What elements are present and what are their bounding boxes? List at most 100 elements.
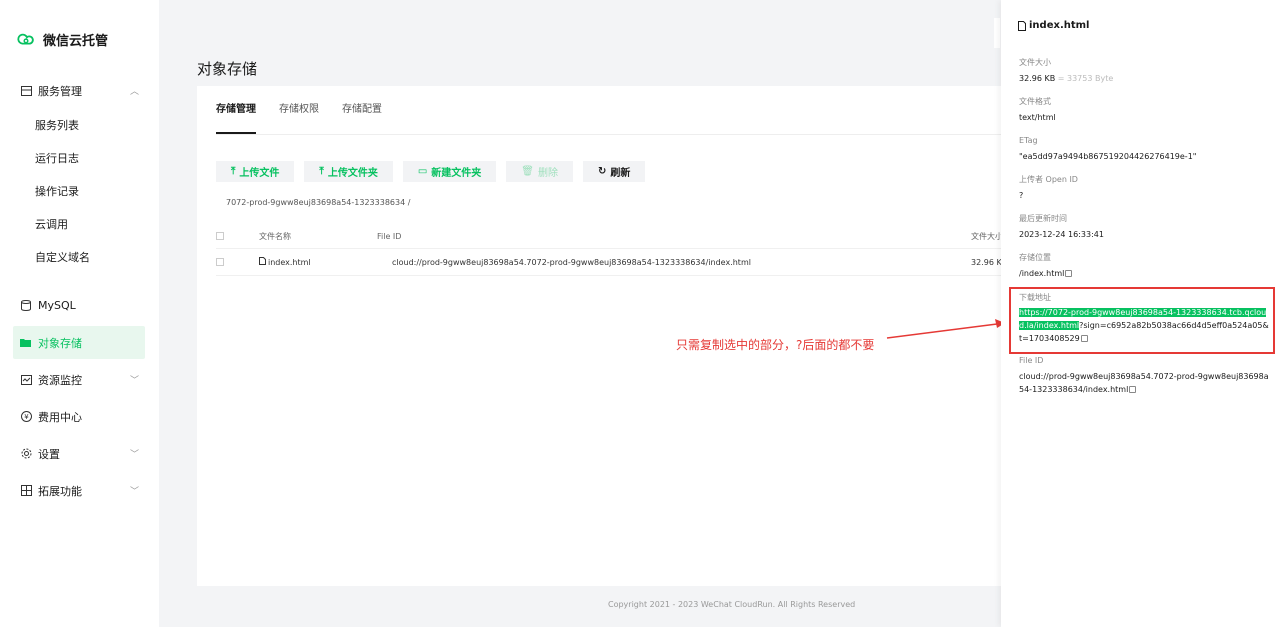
panel-title-label: index.html: [1029, 20, 1090, 31]
field-etag-value: "ea5dd97a9494b867519204426276419e-1": [1019, 152, 1197, 161]
chevron-down-icon: ﹀: [129, 487, 139, 497]
refresh-label: 刷新: [610, 168, 631, 179]
annotation-highlight-box: [1009, 287, 1275, 354]
nav-op-records[interactable]: 操作记录: [0, 175, 159, 208]
field-etag-label: ETag: [1019, 136, 1038, 145]
row-checkbox[interactable]: [216, 249, 224, 275]
field-updated: 最后更新时间 2023-12-24 16:33:41: [1019, 213, 1269, 241]
server-icon: [20, 85, 32, 97]
chevron-up-icon: ︿: [129, 87, 139, 97]
table-row[interactable]: index.html cloud://prod-9gww8euj83698a54…: [216, 248, 1017, 276]
nav-mysql-group: MySQL: [0, 287, 159, 324]
nav-cloud-call[interactable]: 云调用: [0, 208, 159, 241]
nav-custom-domain[interactable]: 自定义域名: [0, 241, 159, 274]
field-size-label: 文件大小: [1019, 58, 1051, 67]
copy-icon[interactable]: [1065, 270, 1073, 277]
app-name: 微信云托管: [43, 34, 109, 49]
location-value: /index.html: [1019, 269, 1065, 278]
database-icon: [20, 300, 32, 312]
field-fileid: File ID cloud://prod-9gww8euj83698a54.70…: [1019, 355, 1269, 396]
page-title: 对象存储: [197, 60, 258, 78]
field-size: 文件大小 32.96 KB = 33753 Byte: [1019, 57, 1269, 85]
tab-storage-mgmt[interactable]: 存储管理: [216, 86, 256, 134]
nav-mysql[interactable]: MySQL: [0, 287, 159, 324]
file-icon: [1018, 20, 1026, 31]
sidebar: 微信云托管 服务管理 ︿ 服务列表 运行日志 操作记录 云调用 自定义域名 My…: [0, 0, 159, 627]
folder-icon: [20, 337, 32, 349]
extension-icon: [20, 485, 32, 497]
nav-settings-label: 设置: [38, 447, 60, 461]
field-size-value: 32.96 KB = 33753 Byte: [1019, 72, 1269, 85]
annotation-arrow: [886, 319, 1005, 339]
upload-file-button[interactable]: ⤒ 上传文件: [216, 161, 295, 182]
nav-billing[interactable]: ¥ 费用中心: [0, 398, 159, 435]
billing-icon: ¥: [20, 411, 32, 423]
upload-folder-label: 上传文件夹: [327, 168, 378, 179]
upload-folder-button[interactable]: ⤒ 上传文件夹: [304, 161, 393, 182]
col-file-id: File ID: [377, 231, 402, 241]
panel-title: index.html: [1018, 20, 1089, 31]
field-location: 存储位置 /index.html: [1019, 252, 1269, 280]
nav-billing-label: 费用中心: [38, 410, 82, 424]
gear-icon: [20, 448, 32, 460]
field-etag: ETag "ea5dd97a9494b867519204426276419e-1…: [1019, 135, 1269, 163]
field-updated-label: 最后更新时间: [1019, 214, 1067, 223]
delete-label: 删除: [538, 168, 558, 179]
nav-rest-group: 资源监控 ﹀ ¥ 费用中心 设置 ﹀ 拓展功能 ﹀: [0, 361, 159, 509]
field-uploader: 上传者 Open ID ?: [1019, 174, 1269, 202]
refresh-icon: ↻: [598, 166, 607, 177]
tab-storage-config[interactable]: 存储配置: [342, 86, 382, 134]
new-folder-label: 新建文件夹: [431, 168, 482, 179]
monitor-icon: [20, 374, 32, 386]
row-file-id: cloud://prod-9gww8euj83698a54.7072-prod-…: [392, 257, 751, 267]
nav-mysql-label: MySQL: [38, 299, 76, 312]
svg-text:¥: ¥: [24, 413, 29, 421]
field-fileid-label: File ID: [1019, 356, 1044, 365]
upload-icon: ⤒: [319, 166, 324, 177]
tab-bar: 存储管理 存储权限 存储配置: [216, 86, 382, 134]
size-bytes: = 33753 Byte: [1057, 74, 1114, 83]
col-name: 文件名称: [259, 231, 291, 241]
delete-button[interactable]: 🗑 删除: [506, 161, 573, 182]
nav-service-mgmt[interactable]: 服务管理 ︿: [0, 72, 159, 109]
select-all-checkbox[interactable]: [216, 224, 224, 248]
upload-file-label: 上传文件: [239, 168, 280, 179]
nav-object-storage[interactable]: 对象存储: [20, 326, 82, 359]
table-header: 文件名称 File ID 文件大小: [216, 224, 1017, 248]
field-format-label: 文件格式: [1019, 97, 1051, 106]
new-folder-button[interactable]: ▭ 新建文件夹: [402, 161, 497, 182]
file-icon: [259, 257, 266, 267]
tab-divider: [216, 134, 1017, 135]
row-name-label: index.html: [268, 257, 311, 267]
field-fileid-value: cloud://prod-9gww8euj83698a54.7072-prod-…: [1019, 370, 1269, 396]
tab-storage-permission[interactable]: 存储权限: [279, 86, 319, 134]
field-location-label: 存储位置: [1019, 253, 1051, 262]
panel-edge: [994, 18, 1000, 48]
folder-outline-icon: ▭: [417, 166, 428, 177]
nav-resource-monitor-label: 资源监控: [38, 373, 82, 387]
chevron-down-icon: ﹀: [129, 376, 139, 386]
nav-run-logs[interactable]: 运行日志: [0, 142, 159, 175]
nav-object-storage-label: 对象存储: [38, 336, 82, 350]
nav-settings[interactable]: 设置 ﹀: [0, 435, 159, 472]
nav-resource-monitor[interactable]: 资源监控 ﹀: [0, 361, 159, 398]
nav-extensions[interactable]: 拓展功能 ﹀: [0, 472, 159, 509]
copy-icon[interactable]: [1129, 386, 1137, 393]
field-uploader-value: ?: [1019, 191, 1024, 200]
fileid-value: cloud://prod-9gww8euj83698a54.7072-prod-…: [1019, 372, 1269, 394]
col-size: 文件大小: [971, 231, 1003, 241]
app-logo[interactable]: 微信云托管: [17, 30, 108, 49]
annotation-text: 只需复制选中的部分，?后面的都不要: [676, 338, 875, 352]
size-value: 32.96 KB: [1019, 74, 1056, 83]
nav-service-group: 服务管理 ︿ 服务列表 运行日志 操作记录 云调用 自定义域名: [0, 72, 159, 274]
toolbar: ⤒ 上传文件 ⤒ 上传文件夹 ▭ 新建文件夹 🗑 删除 ↻ 刷新: [216, 161, 646, 182]
field-uploader-label: 上传者 Open ID: [1019, 175, 1078, 184]
refresh-button[interactable]: ↻ 刷新: [583, 161, 646, 182]
breadcrumb[interactable]: 7072-prod-9gww8euj83698a54-1323338634 /: [226, 198, 410, 207]
row-name[interactable]: index.html: [259, 249, 311, 275]
nav-service-mgmt-label: 服务管理: [38, 84, 82, 98]
field-format-value: text/html: [1019, 113, 1056, 122]
field-location-value: /index.html: [1019, 267, 1269, 280]
trash-icon: 🗑: [521, 166, 534, 177]
nav-service-list[interactable]: 服务列表: [0, 109, 159, 142]
